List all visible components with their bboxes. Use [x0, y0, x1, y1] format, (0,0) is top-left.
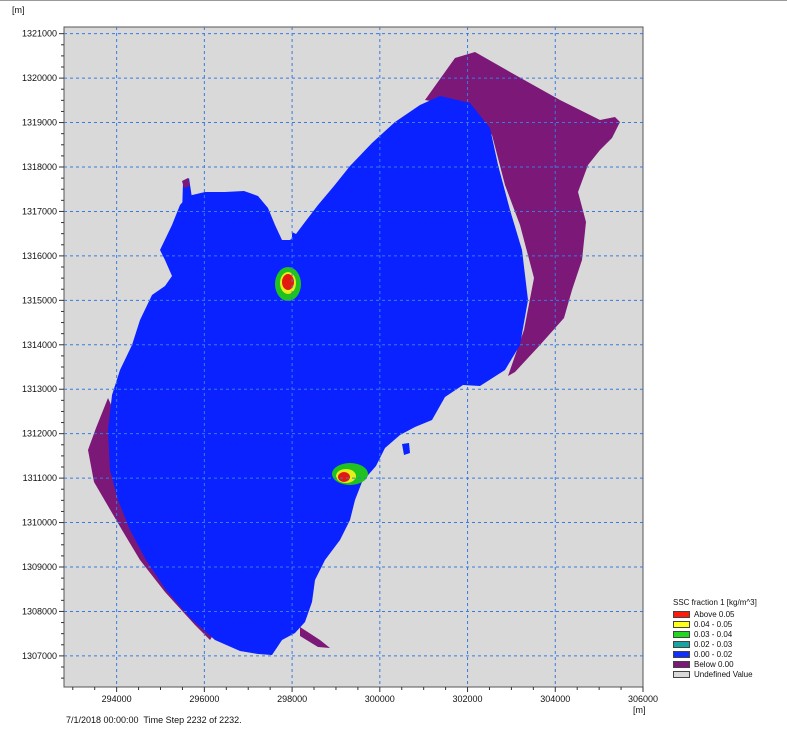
legend-label: 0.02 - 0.03	[694, 640, 733, 649]
x-tick-label: 294000	[102, 694, 132, 704]
y-tick-label: 1307000	[22, 651, 57, 661]
y-tick-label: 1320000	[22, 73, 57, 83]
legend-swatch	[673, 611, 690, 618]
status-bar-text: 7/1/2018 00:00:00 Time Step 2232 of 2232…	[66, 715, 242, 725]
y-tick-label: 1310000	[22, 518, 57, 528]
legend-swatch	[673, 661, 690, 668]
legend-row: 0.03 - 0.04	[673, 630, 785, 639]
y-tick-label: 1308000	[22, 606, 57, 616]
x-tick-label: 304000	[540, 694, 570, 704]
y-tick-label: 1309000	[22, 562, 57, 572]
legend-swatch	[673, 651, 690, 658]
legend-row: Undefined Value	[673, 670, 785, 679]
legend-label: 0.04 - 0.05	[694, 620, 733, 629]
legend-row: Below 0.00	[673, 660, 785, 669]
legend-swatch	[673, 621, 690, 628]
y-tick-label: 1321000	[22, 29, 57, 39]
legend-title: SSC fraction 1 [kg/m^3]	[673, 598, 757, 607]
legend-row: 0.04 - 0.05	[673, 620, 785, 629]
y-tick-label: 1318000	[22, 162, 57, 172]
legend-label: Below 0.00	[694, 660, 734, 669]
y-tick-label: 1315000	[22, 295, 57, 305]
x-tick-label: 300000	[365, 694, 395, 704]
legend-swatch	[673, 671, 690, 678]
y-tick-label: 1311000	[23, 473, 57, 483]
y-tick-label: 1316000	[22, 251, 57, 261]
legend-swatch	[673, 631, 690, 638]
legend-swatch	[673, 641, 690, 648]
legend-label: 0.00 - 0.02	[694, 650, 733, 659]
legend: SSC fraction 1 [kg/m^3] Above 0.05 0.04 …	[673, 598, 785, 680]
legend-row: 0.02 - 0.03	[673, 640, 785, 649]
legend-row: Above 0.05	[673, 610, 785, 619]
x-tick-label: 302000	[453, 694, 483, 704]
y-tick-label: 1313000	[22, 384, 57, 394]
x-tick-label: 296000	[189, 694, 219, 704]
y-tick-label: 1319000	[22, 118, 57, 128]
y-tick-label: 1314000	[22, 340, 57, 350]
x-tick-label: 298000	[277, 694, 307, 704]
legend-row: 0.00 - 0.02	[673, 650, 785, 659]
y-tick-label: 1317000	[22, 206, 57, 216]
map-plot[interactable]: 294000 296000 298000 300000 302000 304000 3060…	[0, 0, 787, 730]
legend-label: Above 0.05	[694, 610, 735, 619]
x-axis-unit: [m]	[633, 705, 646, 715]
legend-label: 0.03 - 0.04	[694, 630, 733, 639]
x-tick-label: 306000	[628, 694, 658, 704]
legend-label: Undefined Value	[694, 670, 753, 679]
y-tick-label: 1312000	[22, 429, 57, 439]
hotspot-south-core	[338, 472, 350, 482]
